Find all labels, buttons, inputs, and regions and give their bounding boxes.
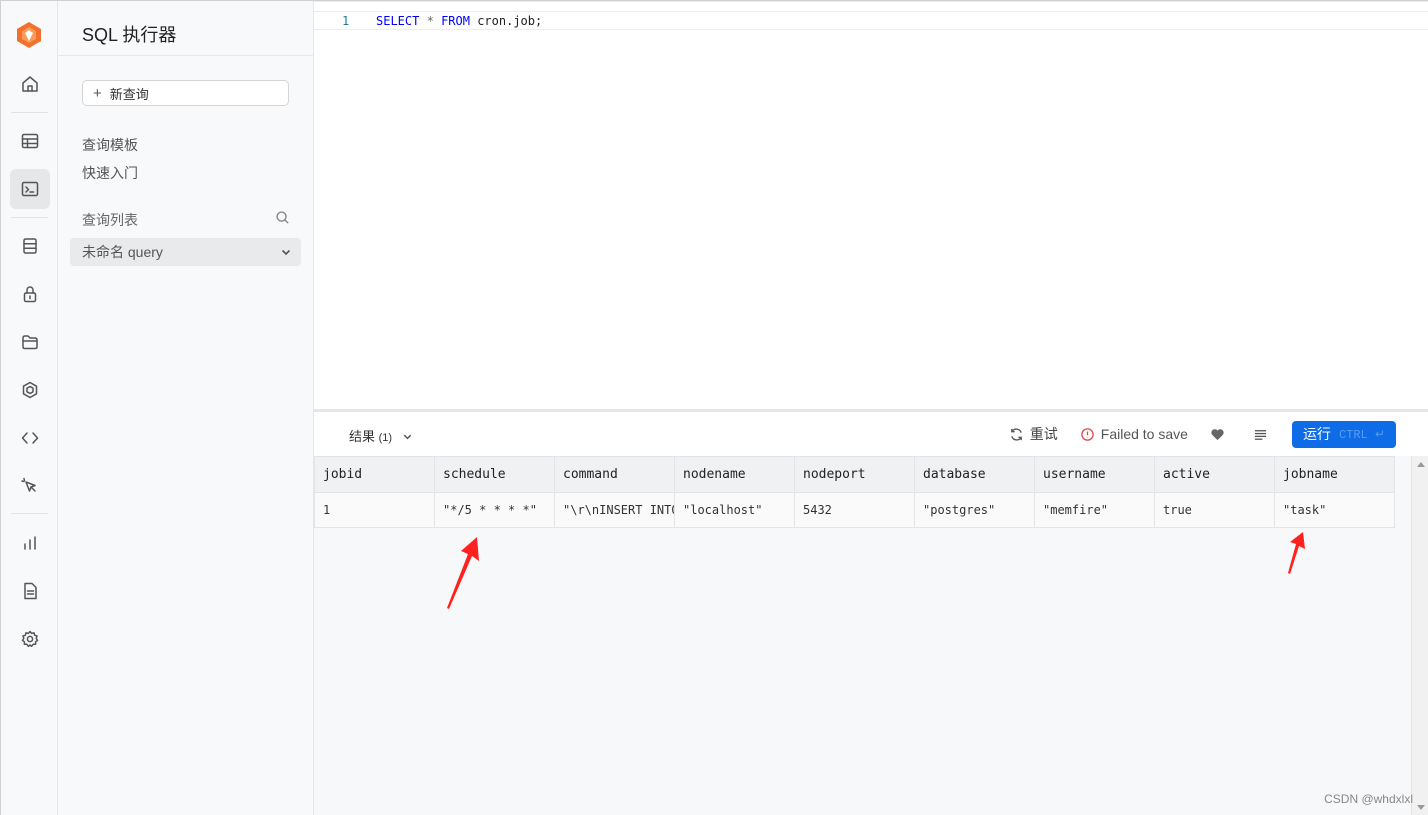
code-icon[interactable]: [10, 418, 50, 458]
column-header[interactable]: username: [1034, 456, 1155, 493]
vertical-scrollbar[interactable]: [1411, 456, 1428, 815]
document-icon[interactable]: [10, 571, 50, 611]
save-status: Failed to save: [1080, 426, 1188, 442]
retry-label: 重试: [1029, 426, 1058, 442]
query-list-item[interactable]: 未命名 query: [70, 238, 301, 266]
table-icon[interactable]: [10, 121, 50, 161]
query-item-label: 未命名 query: [82, 244, 163, 260]
package-icon[interactable]: [10, 370, 50, 410]
terminal-icon[interactable]: [10, 169, 50, 209]
column-header[interactable]: active: [1154, 456, 1275, 493]
run-label: 运行: [1302, 426, 1331, 442]
results-count: (1): [378, 432, 393, 444]
results-table: jobid schedule command nodename nodeport…: [314, 456, 1395, 528]
toolbar-actions: 重试 Failed to save 运行 CTRL ↵: [987, 420, 1396, 448]
rail-divider: [11, 112, 48, 113]
scroll-down-arrow-icon[interactable]: [1417, 805, 1425, 810]
table-cell[interactable]: 1: [314, 492, 435, 528]
column-header[interactable]: database: [914, 456, 1035, 493]
search-icon[interactable]: [275, 210, 290, 225]
sql-keyword: SELECT: [376, 14, 420, 28]
quickstart-link[interactable]: 快速入门: [82, 163, 138, 183]
format-button[interactable]: [1253, 427, 1274, 442]
line-number: 1: [342, 14, 350, 28]
rail-divider: [11, 217, 48, 218]
database-icon[interactable]: [10, 226, 50, 266]
column-header[interactable]: jobid: [314, 456, 435, 493]
sql-sidebar: SQL 执行器 + 新查询 查询模板 快速入门 查询列表 未命名 query: [58, 1, 314, 815]
app-logo-icon[interactable]: [16, 21, 42, 49]
pointer-icon[interactable]: [10, 466, 50, 506]
save-status-label: Failed to save: [1100, 426, 1188, 442]
align-left-icon: [1254, 429, 1267, 440]
column-header[interactable]: nodename: [674, 456, 795, 493]
chevron-down-icon: [403, 434, 411, 440]
table-cell[interactable]: 5432: [794, 492, 915, 528]
sql-table-name: cron.job;: [477, 14, 543, 28]
rail-divider: [11, 513, 48, 514]
run-button[interactable]: 运行 CTRL ↵: [1291, 420, 1396, 448]
table-cell[interactable]: "memfire": [1034, 492, 1155, 528]
sql-code-line[interactable]: SELECT * FROM cron.job;: [376, 14, 542, 28]
sql-star: *: [426, 14, 434, 28]
retry-button[interactable]: 重试: [1009, 424, 1058, 444]
table-row: 1 "*/5 * * * *" "\r\nINSERT INTO "localh…: [314, 492, 1395, 528]
app-window: SQL 执行器 + 新查询 查询模板 快速入门 查询列表 未命名 query 1…: [0, 0, 1428, 815]
scroll-up-arrow-icon[interactable]: [1417, 462, 1425, 467]
heart-icon: [1211, 428, 1224, 440]
annotation-arrow: [1288, 532, 1305, 574]
lock-icon[interactable]: [10, 274, 50, 314]
query-list-header: 查询列表: [82, 210, 290, 230]
table-cell[interactable]: true: [1154, 492, 1275, 528]
refresh-icon: [1010, 427, 1022, 441]
page-title: SQL 执行器: [82, 25, 177, 45]
results-toolbar: 结果 (1) 重试 Failed to save 运行 CTRL ↵: [314, 412, 1428, 456]
chevron-down-icon[interactable]: [279, 245, 293, 259]
new-query-label: 新查询: [109, 86, 149, 102]
home-icon[interactable]: [10, 64, 50, 104]
table-cell[interactable]: "postgres": [914, 492, 1035, 528]
table-cell[interactable]: "*/5 * * * *": [434, 492, 555, 528]
table-cell[interactable]: "localhost": [674, 492, 795, 528]
icon-rail: [1, 1, 58, 815]
column-header[interactable]: schedule: [434, 456, 555, 493]
column-header[interactable]: jobname: [1274, 456, 1395, 493]
column-header[interactable]: nodeport: [794, 456, 915, 493]
results-grid: jobid schedule command nodename nodeport…: [314, 456, 1411, 815]
error-icon: [1080, 427, 1094, 441]
table-cell[interactable]: "\r\nINSERT INTO: [554, 492, 675, 528]
favorite-button[interactable]: [1210, 427, 1231, 442]
table-header-row: jobid schedule command nodename nodeport…: [314, 456, 1395, 493]
run-shortcut-hint: CTRL ↵: [1338, 427, 1385, 442]
chart-icon[interactable]: [10, 523, 50, 563]
plus-icon: +: [93, 84, 102, 102]
settings-icon[interactable]: [10, 619, 50, 659]
new-query-button[interactable]: + 新查询: [82, 80, 289, 106]
sql-editor[interactable]: 1 SELECT * FROM cron.job;: [314, 1, 1428, 410]
results-label: 结果: [349, 429, 376, 444]
table-cell[interactable]: "task": [1274, 492, 1395, 528]
annotation-arrow: [447, 537, 479, 609]
header-divider: [58, 55, 314, 56]
query-list-title: 查询列表: [82, 212, 138, 228]
results-tab[interactable]: 结果 (1): [349, 426, 413, 445]
query-templates-link[interactable]: 查询模板: [82, 135, 138, 155]
storage-icon[interactable]: [10, 322, 50, 362]
sql-keyword: FROM: [441, 14, 470, 28]
watermark: CSDN @whdxlxl: [1324, 792, 1413, 806]
column-header[interactable]: command: [554, 456, 675, 493]
